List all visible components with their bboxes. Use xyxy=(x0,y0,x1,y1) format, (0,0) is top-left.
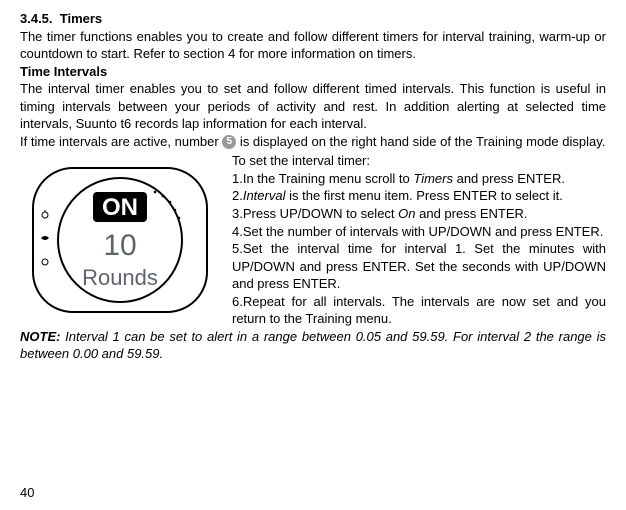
instr2-a: 2. xyxy=(232,188,243,203)
section-heading: 3.4.5. Timers xyxy=(20,10,606,28)
instr1-a: 1.In the Training menu scroll to xyxy=(232,171,413,186)
watch-top-text: ON xyxy=(102,194,138,221)
watch-illustration: ON 10 Rounds xyxy=(20,152,220,327)
instr-2: 2.Interval is the first menu item. Press… xyxy=(232,187,606,205)
instr2-b: is the first menu item. Press ENTER to s… xyxy=(285,188,562,203)
instr-1: 1.In the Training menu scroll to Timers … xyxy=(232,170,606,188)
watch-bottom-text: Rounds xyxy=(82,265,158,290)
note-label: NOTE: xyxy=(20,329,60,344)
instr-6: 6.Repeat for all intervals. The interval… xyxy=(232,293,606,328)
note-text: Interval 1 can be set to alert in a rang… xyxy=(20,329,606,362)
sub-paragraph-2: If time intervals are active, number 5 i… xyxy=(20,133,606,151)
instr1-b: and press ENTER. xyxy=(453,171,565,186)
instructions: To set the interval timer: 1.In the Trai… xyxy=(232,152,606,327)
heading-number: 3.4.5. xyxy=(20,11,53,26)
instr2-italic: Interval xyxy=(243,188,286,203)
watch-mid-text: 10 xyxy=(103,229,136,262)
intro-paragraph: The timer functions enables you to creat… xyxy=(20,28,606,63)
sub-heading: Time Intervals xyxy=(20,63,606,81)
instr3-italic: On xyxy=(398,206,415,221)
circled-number-icon: 5 xyxy=(222,135,236,149)
note: NOTE: Interval 1 can be set to alert in … xyxy=(20,328,606,363)
heading-title: Timers xyxy=(60,11,102,26)
page-number: 40 xyxy=(20,484,34,502)
instr-3: 3.Press UP/DOWN to select On and press E… xyxy=(232,205,606,223)
instr-4: 4.Set the number of intervals with UP/DO… xyxy=(232,223,606,241)
instr3-a: 3.Press UP/DOWN to select xyxy=(232,206,398,221)
sub-paragraph-1: The interval timer enables you to set an… xyxy=(20,80,606,133)
instr3-b: and press ENTER. xyxy=(416,206,528,221)
instr1-italic: Timers xyxy=(413,171,453,186)
instr-lead: To set the interval timer: xyxy=(232,152,606,170)
sub-para2-a: If time intervals are active, number xyxy=(20,134,222,149)
sub-para2-b: is displayed on the right hand side of t… xyxy=(236,134,605,149)
instr-5: 5.Set the interval time for interval 1. … xyxy=(232,240,606,293)
